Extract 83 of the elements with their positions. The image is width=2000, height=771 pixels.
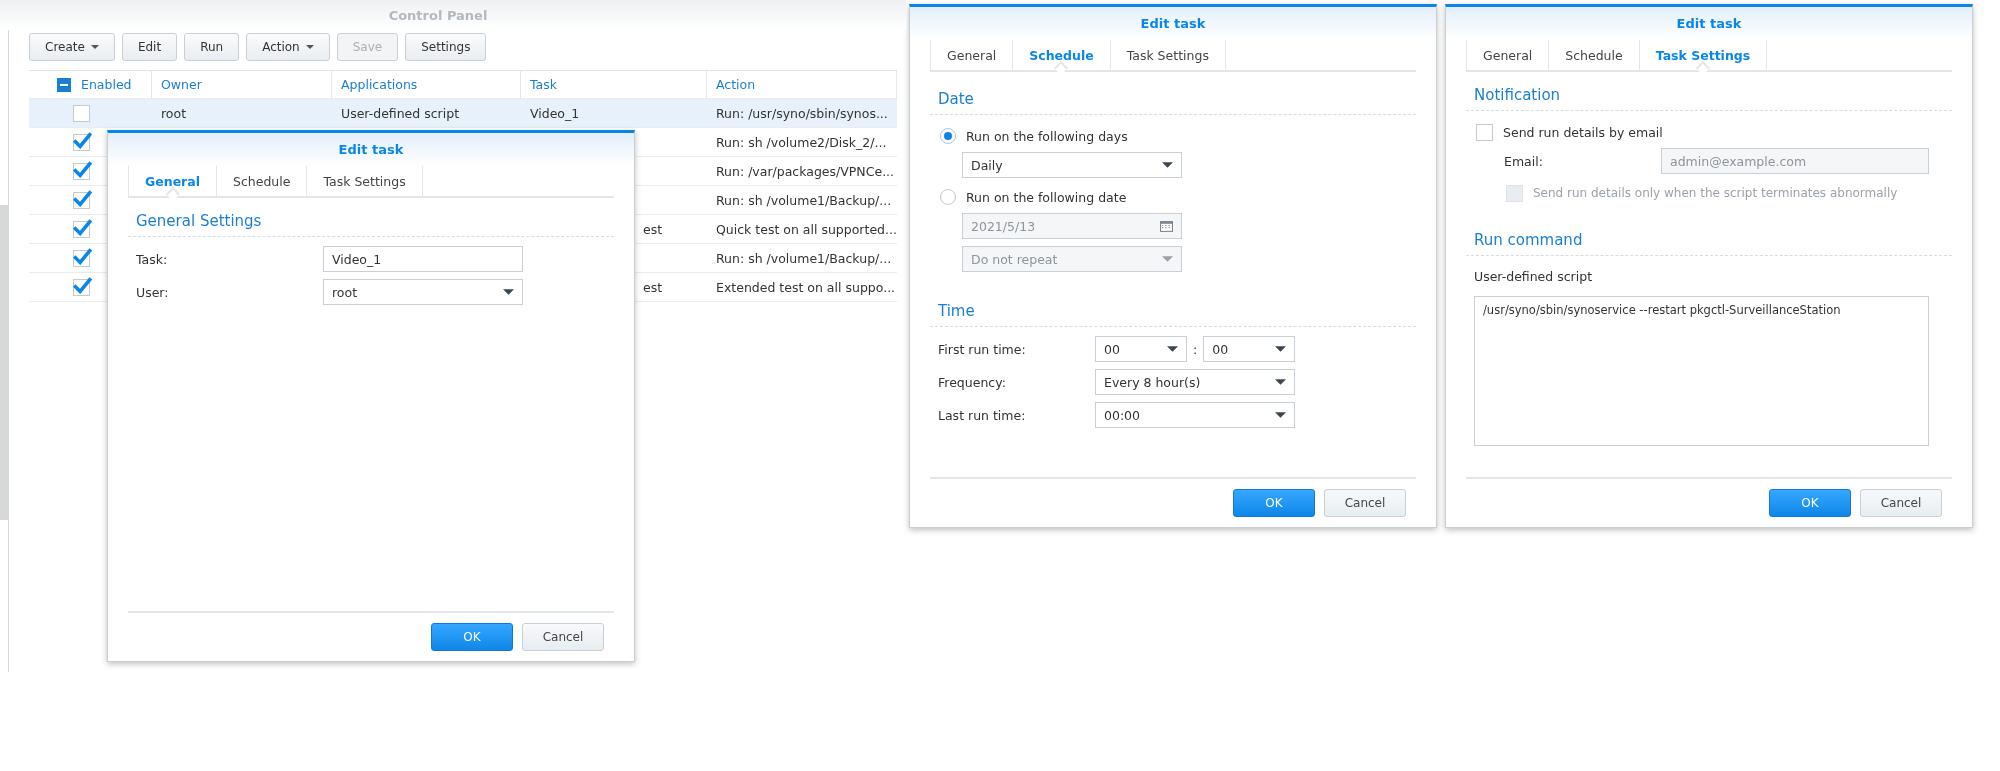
checkbox[interactable] <box>73 162 90 180</box>
checkbox[interactable] <box>73 191 90 209</box>
tab[interactable]: Task Settings <box>1638 40 1768 70</box>
toolbar-button[interactable]: Run <box>184 33 240 61</box>
tab[interactable]: Schedule <box>1548 40 1639 70</box>
caret-icon <box>1275 379 1286 385</box>
dialog-title: Edit task <box>1676 16 1742 31</box>
dialog-title: Edit task <box>338 142 404 157</box>
checkbox[interactable] <box>73 133 90 151</box>
column-header[interactable]: Enabled <box>81 77 132 92</box>
field-label: Frequency: <box>938 374 1007 390</box>
table-cell: Run: sh /volume1/Backup/... <box>716 250 892 266</box>
column-header[interactable]: Action <box>716 77 756 92</box>
table-cell: Run: /usr/syno/sbin/synos... <box>716 105 888 121</box>
dialog-button[interactable]: Cancel <box>522 623 604 651</box>
caret-icon <box>1162 162 1173 168</box>
section-heading: Time <box>938 302 975 320</box>
radio-label: Run on the following days <box>966 128 1128 144</box>
table-cell: Run: sh /volume2/Disk_2/... <box>716 134 887 150</box>
checkbox[interactable] <box>73 249 90 267</box>
dropdown[interactable]: 00 <box>1203 336 1296 362</box>
toolbar-button[interactable]: Action <box>246 33 330 61</box>
table-cell: Quick test on all supported... <box>716 221 897 237</box>
dialog-button[interactable]: Cancel <box>1324 489 1406 517</box>
input-field[interactable]: Video_1 <box>323 246 523 272</box>
field-label: First run time: <box>938 341 1027 357</box>
checkbox[interactable] <box>1476 123 1493 141</box>
caret-icon <box>1275 412 1286 418</box>
section-heading: Run command <box>1474 231 1583 249</box>
table-cell: Run: sh /volume1/Backup/... <box>716 192 892 208</box>
tab[interactable]: Task Settings <box>1109 40 1226 70</box>
script-text-area[interactable]: /usr/syno/sbin/synoservice --restart pkgctl-SurveillanceStation <box>1474 296 1929 446</box>
tab[interactable]: Schedule <box>216 166 307 196</box>
table-cell: User-defined script <box>341 105 460 121</box>
field-label: User-defined script <box>1474 269 1593 284</box>
field-label: Last run time: <box>938 407 1027 423</box>
table-cell: Video_1 <box>530 105 580 121</box>
caret-icon <box>1162 256 1173 262</box>
dropdown[interactable]: 00:00 <box>1095 402 1295 428</box>
radio-label: Run on the following date <box>966 189 1127 205</box>
section-heading: Notification <box>1474 86 1561 104</box>
time-separator: : <box>1193 341 1198 357</box>
toolbar-button[interactable]: Create <box>29 33 115 61</box>
table-cell: est <box>643 221 663 237</box>
tab[interactable]: General <box>930 40 1013 70</box>
field-label: User: <box>136 284 170 300</box>
dropdown[interactable]: root <box>323 279 523 305</box>
table-row[interactable]: root User-defined script Video_1 Run: /usr/syno/sbin/synos... <box>29 99 897 128</box>
window-title: Control Panel <box>388 7 488 23</box>
dropdown[interactable]: 00 <box>1095 336 1187 362</box>
checkbox[interactable] <box>73 104 90 122</box>
caret-icon <box>1275 346 1287 352</box>
tab[interactable]: Task Settings <box>306 166 423 196</box>
toolbar-button[interactable]: Settings <box>405 33 487 61</box>
tab[interactable]: General <box>128 166 216 196</box>
caret-icon <box>503 289 514 295</box>
section-heading: General Settings <box>136 212 262 230</box>
caret-icon <box>1167 346 1178 352</box>
radio-button[interactable] <box>940 189 956 205</box>
table-cell: Run: /var/packages/VPNCe... <box>716 163 895 179</box>
checkbox[interactable] <box>73 278 90 296</box>
column-header[interactable]: Owner <box>161 77 202 92</box>
table-cell: est <box>643 279 663 295</box>
dialog-title: Edit task <box>1140 16 1206 31</box>
dialog-button[interactable]: Cancel <box>1860 489 1942 517</box>
dropdown[interactable]: Every 8 hour(s) <box>1095 369 1295 395</box>
checkbox-label: Send run details only when the script terminates abnormally <box>1533 186 1898 200</box>
radio-button[interactable] <box>940 128 956 144</box>
field-label: Email: <box>1504 153 1544 169</box>
dropdown[interactable]: Daily <box>962 152 1182 178</box>
tab[interactable]: General <box>1466 40 1549 70</box>
checkbox[interactable] <box>73 220 90 238</box>
select-all-checkbox[interactable] <box>57 77 71 92</box>
scrollbar[interactable] <box>0 205 8 520</box>
field-label: Task: <box>136 251 169 267</box>
column-header[interactable]: Applications <box>341 77 418 92</box>
table-cell: Extended test on all suppo... <box>716 279 896 295</box>
column-header[interactable]: Task <box>530 77 557 92</box>
tab[interactable]: Schedule <box>1012 40 1110 70</box>
checkbox-label: Send run details by email <box>1503 124 1663 140</box>
table-cell: root <box>161 105 187 121</box>
section-heading: Date <box>938 90 974 108</box>
toolbar-button[interactable]: Edit <box>121 33 178 61</box>
